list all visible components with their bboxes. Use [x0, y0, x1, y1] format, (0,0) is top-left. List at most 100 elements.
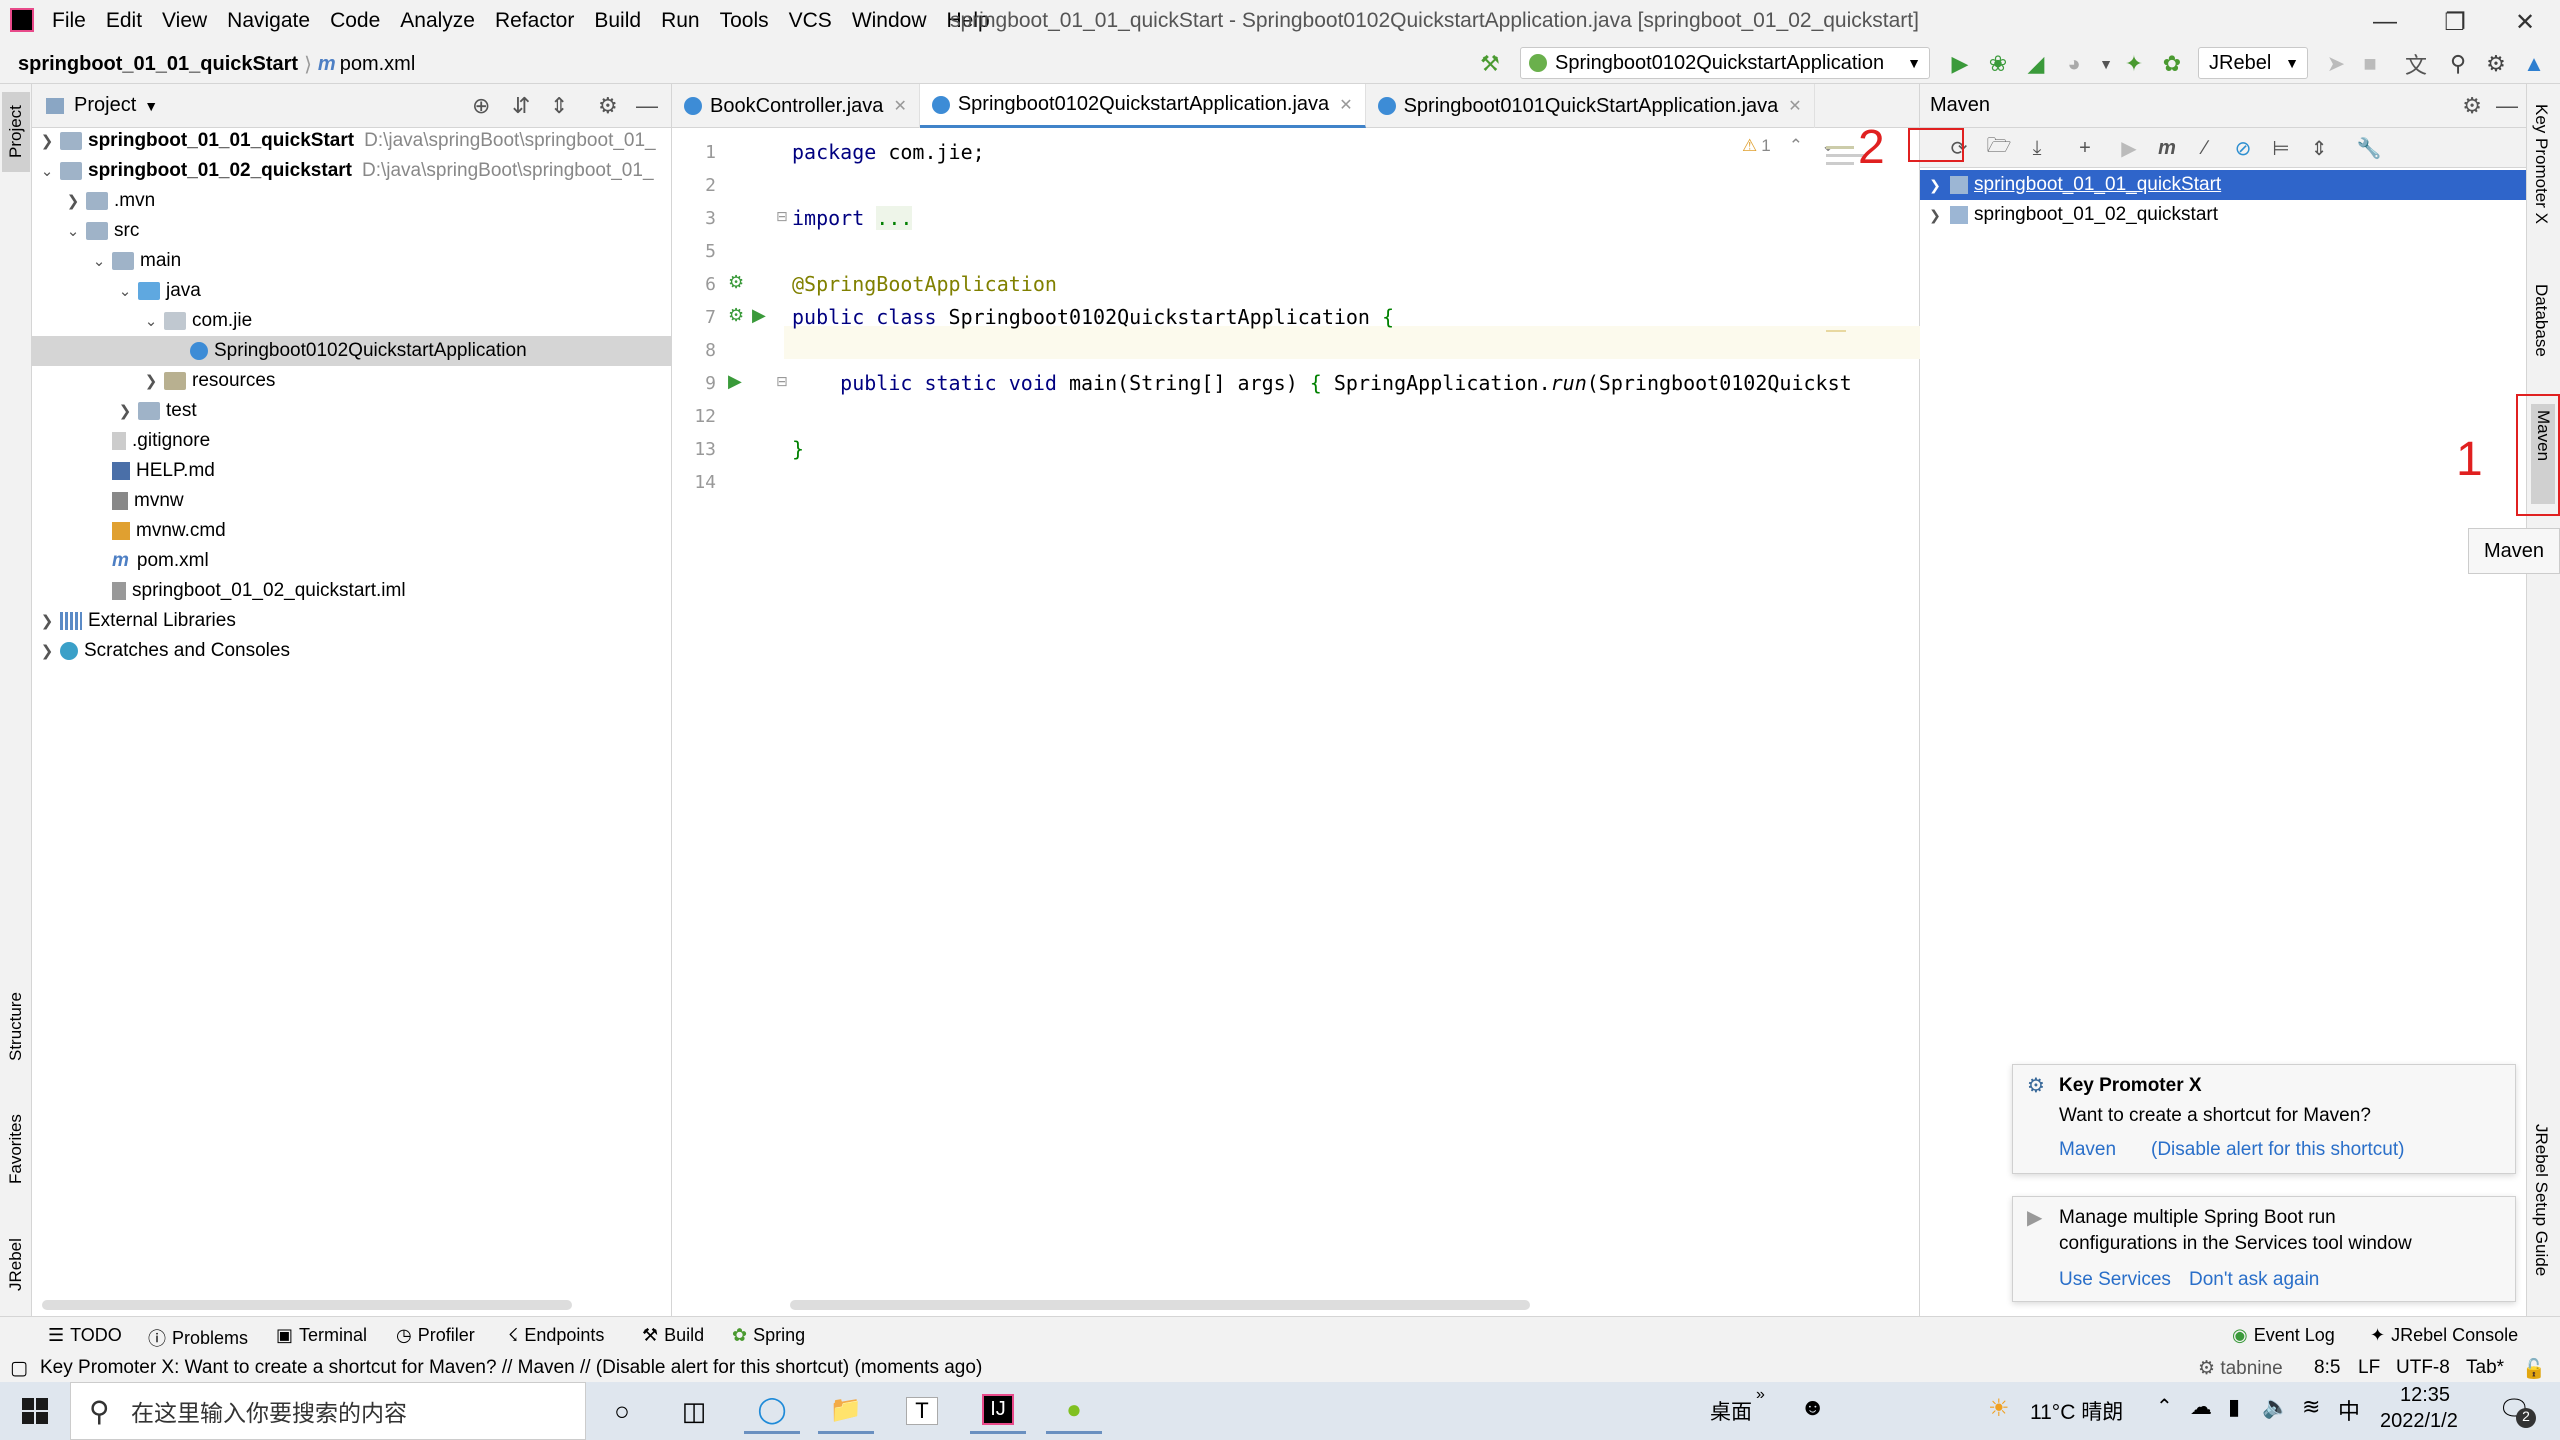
chevron-right-icon[interactable]: ❯ — [1924, 177, 1946, 194]
tree-item-main-class[interactable]: Springboot0102QuickstartApplication — [32, 336, 672, 366]
profiler-tool-button[interactable]: ◷ Profiler — [396, 1325, 475, 1346]
jrebel-debug-icon[interactable]: ✿ — [2158, 50, 2186, 78]
previous-highlight-icon[interactable]: ⌃ — [1789, 136, 1803, 156]
menu-code[interactable]: Code — [330, 9, 380, 33]
chevron-right-icon[interactable]: ❯ — [38, 612, 56, 630]
attach-icon[interactable]: ➤ — [2322, 50, 2350, 78]
run-gutter-icon[interactable]: ▶ — [752, 305, 766, 326]
collapse-all-icon[interactable]: ⇕ — [2304, 134, 2334, 162]
desktop-toolbar-label[interactable]: 桌面 — [1710, 1396, 1752, 1426]
code-line-3[interactable]: import ... — [792, 206, 913, 230]
hide-panel-icon[interactable]: — — [636, 93, 658, 119]
tree-item-external-libraries[interactable]: ❯ External Libraries — [32, 606, 672, 636]
breadcrumb-file[interactable]: pom.xml — [340, 53, 416, 76]
skip-tests-icon[interactable]: ⊘ — [2228, 134, 2258, 162]
chevron-down-icon[interactable]: ⌄ — [90, 252, 108, 270]
weather-text[interactable]: 11°C 晴朗 — [2030, 1396, 2123, 1426]
profile-icon[interactable]: ◕ — [2060, 50, 2088, 78]
terminal-tool-button[interactable]: ▣ Terminal — [276, 1325, 367, 1346]
line-separator[interactable]: LF — [2358, 1357, 2380, 1379]
build-hammer-icon[interactable]: ⚒ — [1476, 50, 1504, 78]
restore-button[interactable]: ❐ — [2420, 0, 2490, 44]
code-line-7[interactable]: public class Springboot0102QuickstartApp… — [792, 305, 1394, 329]
chevron-right-icon[interactable]: ❯ — [38, 132, 56, 150]
coverage-icon[interactable]: ◢ — [2022, 50, 2050, 78]
maven-settings-wrench-icon[interactable]: 🔧 — [2354, 134, 2384, 162]
chevron-down-icon[interactable]: ⌄ — [38, 162, 56, 180]
run-maven-build-icon[interactable]: ▶ — [2114, 134, 2144, 162]
stop-icon[interactable]: ■ — [2356, 50, 2384, 78]
run-configuration-select[interactable]: Springboot0102QuickstartApplication ▼ — [1520, 47, 1930, 79]
tree-item-gitignore[interactable]: .gitignore — [32, 426, 672, 456]
jrebel-console-tool-button[interactable]: ✦ JRebel Console — [2370, 1325, 2518, 1346]
people-icon[interactable]: ☻ — [1800, 1394, 1825, 1422]
tree-item-main[interactable]: ⌄ main — [32, 246, 672, 276]
collapse-all-icon[interactable]: ⇕ — [550, 93, 568, 119]
tree-item-iml[interactable]: springboot_01_02_quickstart.iml — [32, 576, 672, 606]
jrebel-tool-tab[interactable]: JRebel — [2, 1220, 30, 1310]
inspection-widget[interactable]: ⚠ 1 ⌃ ⌄ — [1742, 136, 1835, 156]
maven-project-item-2[interactable]: ❯ springboot_01_02_quickstart — [1920, 200, 2526, 230]
generate-sources-icon[interactable]: 🗁 — [1984, 134, 2014, 162]
run-gutter-icon[interactable]: ▶ — [728, 371, 742, 392]
caret-position[interactable]: 8:5 — [2314, 1357, 2340, 1379]
execute-maven-goal-icon[interactable]: m — [2152, 134, 2182, 162]
onedrive-cloud-icon[interactable]: ☁ — [2190, 1394, 2212, 1420]
project-tool-tab[interactable]: Project — [2, 92, 30, 172]
create-shortcut-link[interactable]: Maven — [2059, 1139, 2116, 1161]
taskbar-search-box[interactable]: ⚲ 在这里输入你要搜索的内容 — [70, 1382, 586, 1440]
hide-panel-icon[interactable]: — — [2496, 93, 2518, 119]
menu-edit[interactable]: Edit — [106, 9, 142, 33]
weather-sun-icon[interactable]: ☀ — [1988, 1394, 2010, 1423]
database-tool-tab[interactable]: Database — [2531, 284, 2551, 404]
file-explorer-icon[interactable]: 📁 — [818, 1388, 874, 1434]
code-line-13[interactable]: } — [792, 437, 804, 461]
tree-item-mvnw[interactable]: mvnw — [32, 486, 672, 516]
code-with-me-icon[interactable]: ▲ — [2520, 50, 2548, 78]
tree-item-scratches[interactable]: ❯ Scratches and Consoles — [32, 636, 672, 666]
indent-setting[interactable]: Tab* — [2466, 1357, 2504, 1379]
close-tab-icon[interactable]: ✕ — [1339, 95, 1352, 115]
tree-item-java[interactable]: ⌄ java — [32, 276, 672, 306]
minimize-button[interactable]: — — [2350, 0, 2420, 44]
tab-book-controller[interactable]: BookController.java ✕ — [672, 84, 920, 128]
tree-item-mvn[interactable]: ❯ .mvn — [32, 186, 672, 216]
close-button[interactable]: ✕ — [2490, 0, 2560, 44]
jrebel-run-icon[interactable]: ✦ — [2120, 50, 2148, 78]
task-view-icon[interactable]: ◫ — [666, 1388, 722, 1434]
typora-icon[interactable]: T — [894, 1388, 950, 1434]
locate-file-icon[interactable]: ⊕ — [472, 93, 490, 119]
settings-gear-icon[interactable]: ⚙ — [2462, 93, 2482, 119]
menu-view[interactable]: View — [162, 9, 207, 33]
settings-gear-icon[interactable]: ⚙ — [2482, 50, 2510, 78]
menu-tools[interactable]: Tools — [720, 9, 769, 33]
chevron-down-icon[interactable]: ⌄ — [64, 222, 82, 240]
chevron-down-icon[interactable]: ⌄ — [142, 312, 160, 330]
expand-all-icon[interactable]: ⇵ — [512, 93, 530, 119]
chevron-right-icon[interactable]: ❯ — [142, 372, 160, 390]
problems-tool-button[interactable]: ⓘ Problems — [148, 1325, 248, 1351]
battery-icon[interactable]: ▮ — [2228, 1394, 2240, 1420]
intellij-logo-icon[interactable] — [10, 8, 34, 32]
maven-project-item-1[interactable]: ❯ springboot_01_01_quickStart — [1920, 170, 2526, 200]
close-tab-icon[interactable]: ✕ — [1788, 96, 1801, 116]
spring-bean-icon[interactable]: ⚙ — [728, 272, 744, 293]
editor-horizontal-scrollbar[interactable] — [790, 1300, 1530, 1310]
tree-item-test[interactable]: ❯ test — [32, 396, 672, 426]
menu-refactor[interactable]: Refactor — [495, 9, 574, 33]
edge-browser-icon[interactable]: ◯ — [744, 1388, 800, 1434]
horizontal-scrollbar[interactable] — [42, 1300, 572, 1310]
build-tool-button[interactable]: ⚒ Build — [642, 1325, 704, 1346]
favorites-tool-tab[interactable]: Favorites — [2, 1094, 30, 1204]
endpoints-tool-button[interactable]: ☇ Endpoints — [508, 1325, 604, 1346]
fold-icon[interactable]: ⊟ — [776, 373, 788, 390]
menu-build[interactable]: Build — [594, 9, 641, 33]
volume-icon[interactable]: 🔈 — [2262, 1394, 2289, 1420]
tree-item-help[interactable]: HELP.md — [32, 456, 672, 486]
more-run-chevron-icon[interactable]: ▼ — [2092, 50, 2120, 78]
breadcrumb-project[interactable]: springboot_01_01_quickStart — [18, 53, 298, 76]
menu-navigate[interactable]: Navigate — [227, 9, 310, 33]
run-icon[interactable]: ▶ — [1946, 50, 1974, 78]
chevron-double-right-icon[interactable]: » — [1756, 1386, 1765, 1404]
windows-start-icon[interactable] — [22, 1398, 48, 1424]
